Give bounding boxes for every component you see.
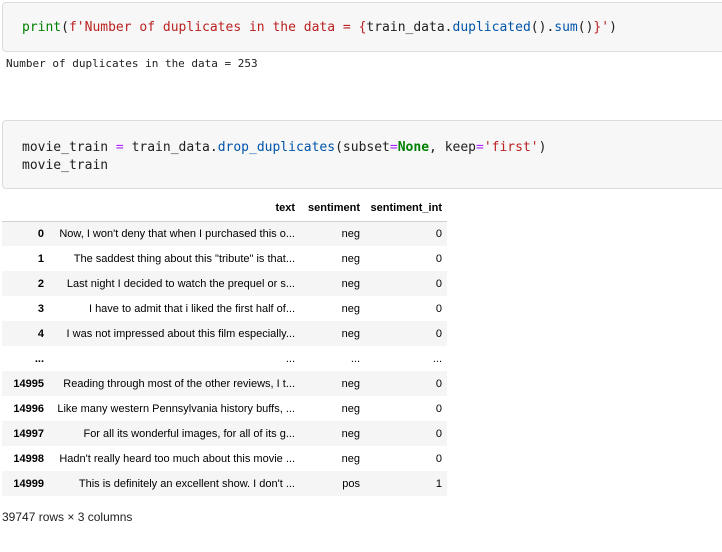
table-row: 14997 For all its wonderful images, for … <box>2 421 447 446</box>
code-string-first: 'first' <box>483 140 539 155</box>
code-fstring: f'Number of duplicates in the data = <box>68 20 359 35</box>
cell-sentiment: neg <box>341 327 360 340</box>
code-cell-print-duplicates[interactable]: print(f'Number of duplicates in the data… <box>2 2 722 52</box>
table-row: 0 Now, I won't deny that when I purchase… <box>2 221 447 246</box>
cell-text: Like many western Pennsylvania history b… <box>57 402 295 415</box>
cell-text: I have to admit that i liked the first h… <box>88 302 295 315</box>
code-method-drop-duplicates: drop_duplicates <box>217 140 336 155</box>
row-index: 14998 <box>13 452 44 465</box>
code-object: train_data <box>366 20 445 35</box>
row-index: 14995 <box>13 377 44 390</box>
code-dot: . <box>444 20 453 35</box>
code-paren-close: ) <box>609 20 617 35</box>
row-index: ... <box>34 352 44 365</box>
cell-text: Reading through most of the other review… <box>63 377 295 390</box>
column-header-text: text <box>49 196 300 222</box>
cell-sentiment-int: 0 <box>435 302 442 315</box>
cell-text: The saddest thing about this "tribute" i… <box>73 252 295 265</box>
table-row: 1 The saddest thing about this "tribute"… <box>2 246 447 271</box>
cell-sentiment-int: 0 <box>435 252 442 265</box>
code-method-duplicated: duplicated <box>452 20 531 35</box>
code-arg-keep: keep <box>444 140 476 155</box>
cell-sentiment: neg <box>341 427 360 440</box>
cell-text: Now, I won't deny that when I purchased … <box>59 227 295 240</box>
cell-sentiment-int: 0 <box>435 377 442 390</box>
table-row: 4 I was not impressed about this film es… <box>2 321 447 346</box>
cell-sentiment: neg <box>341 452 360 465</box>
code-eq: = <box>389 140 398 155</box>
cell-output-text: Number of duplicates in the data = 253 <box>6 57 258 70</box>
cell-text: I was not impressed about this film espe… <box>66 327 295 340</box>
cell-text: Last night I decided to watch the preque… <box>66 277 295 290</box>
cell-sentiment: ... <box>350 352 360 365</box>
cell-sentiment-int: 0 <box>435 427 442 440</box>
row-index: 14996 <box>13 402 44 415</box>
code-method-sum: sum <box>554 20 578 35</box>
row-index: 4 <box>37 327 44 340</box>
cell-sentiment: neg <box>341 277 360 290</box>
cell-sentiment: neg <box>341 227 360 240</box>
code-assign: = <box>108 140 132 155</box>
cell-text: This is definitely an excellent show. I … <box>78 477 295 490</box>
dataframe-shape-label: 39747 rows × 3 columns <box>2 510 133 524</box>
cell-sentiment: neg <box>341 302 360 315</box>
cell-sentiment-int: 0 <box>435 402 442 415</box>
code-variable: movie_train <box>22 140 109 155</box>
cell-text: ... <box>285 352 295 365</box>
code-none-keyword: None <box>397 140 430 155</box>
cell-sentiment-int: 0 <box>435 452 442 465</box>
code-paren-close: ) <box>538 140 547 155</box>
cell-sentiment: neg <box>341 402 360 415</box>
cell-sentiment: neg <box>341 377 360 390</box>
index-header <box>2 196 49 222</box>
cell-sentiment: neg <box>341 252 360 265</box>
code-paren-open: ( <box>335 140 343 155</box>
row-index: 2 <box>37 277 44 290</box>
row-index: 0 <box>37 227 44 240</box>
cell-sentiment: pos <box>342 477 360 490</box>
code-print: print <box>22 20 62 35</box>
code-eq: = <box>476 140 484 155</box>
row-index: 14997 <box>13 427 44 440</box>
table-row-ellipsis: ... ... ... ... <box>2 346 447 371</box>
code-variable: movie_train <box>22 158 109 173</box>
row-index: 14999 <box>13 477 44 490</box>
column-header-sentiment: sentiment <box>300 196 365 222</box>
dataframe-table: text sentiment sentiment_int 0 Now, I wo… <box>2 196 447 496</box>
code-cell-drop-duplicates[interactable]: movie_train = train_data.drop_duplicates… <box>2 120 722 189</box>
row-index: 3 <box>37 302 44 315</box>
cell-sentiment-int: 0 <box>435 227 442 240</box>
column-header-sentiment-int: sentiment_int <box>365 196 447 222</box>
row-index: 1 <box>37 252 44 265</box>
code-call: () <box>530 20 547 35</box>
code-sep: , <box>429 140 445 155</box>
table-row: 2 Last night I decided to watch the preq… <box>2 271 447 296</box>
code-call: () <box>577 20 594 35</box>
cell-text: Hadn't really heard too much about this … <box>59 452 295 465</box>
cell-text: For all its wonderful images, for all of… <box>83 427 295 440</box>
code-object: train_data <box>131 140 210 155</box>
code-paren-open: ( <box>61 20 69 35</box>
cell-sentiment-int: 1 <box>435 477 442 490</box>
cell-sentiment-int: 0 <box>435 277 442 290</box>
table-row: 14998 Hadn't really heard too much about… <box>2 446 447 471</box>
table-row: 3 I have to admit that i liked the first… <box>2 296 447 321</box>
code-dot: . <box>209 140 218 155</box>
table-row: 14996 Like many western Pennsylvania his… <box>2 396 447 421</box>
table-header-row: text sentiment sentiment_int <box>2 196 447 222</box>
table-row: 14999 This is definitely an excellent sh… <box>2 471 447 496</box>
cell-sentiment-int: 0 <box>435 327 442 340</box>
code-fstring-end: ' <box>601 20 610 35</box>
cell-sentiment-int: ... <box>432 352 442 365</box>
table-row: 14995 Reading through most of the other … <box>2 371 447 396</box>
code-arg-subset: subset <box>342 140 390 155</box>
